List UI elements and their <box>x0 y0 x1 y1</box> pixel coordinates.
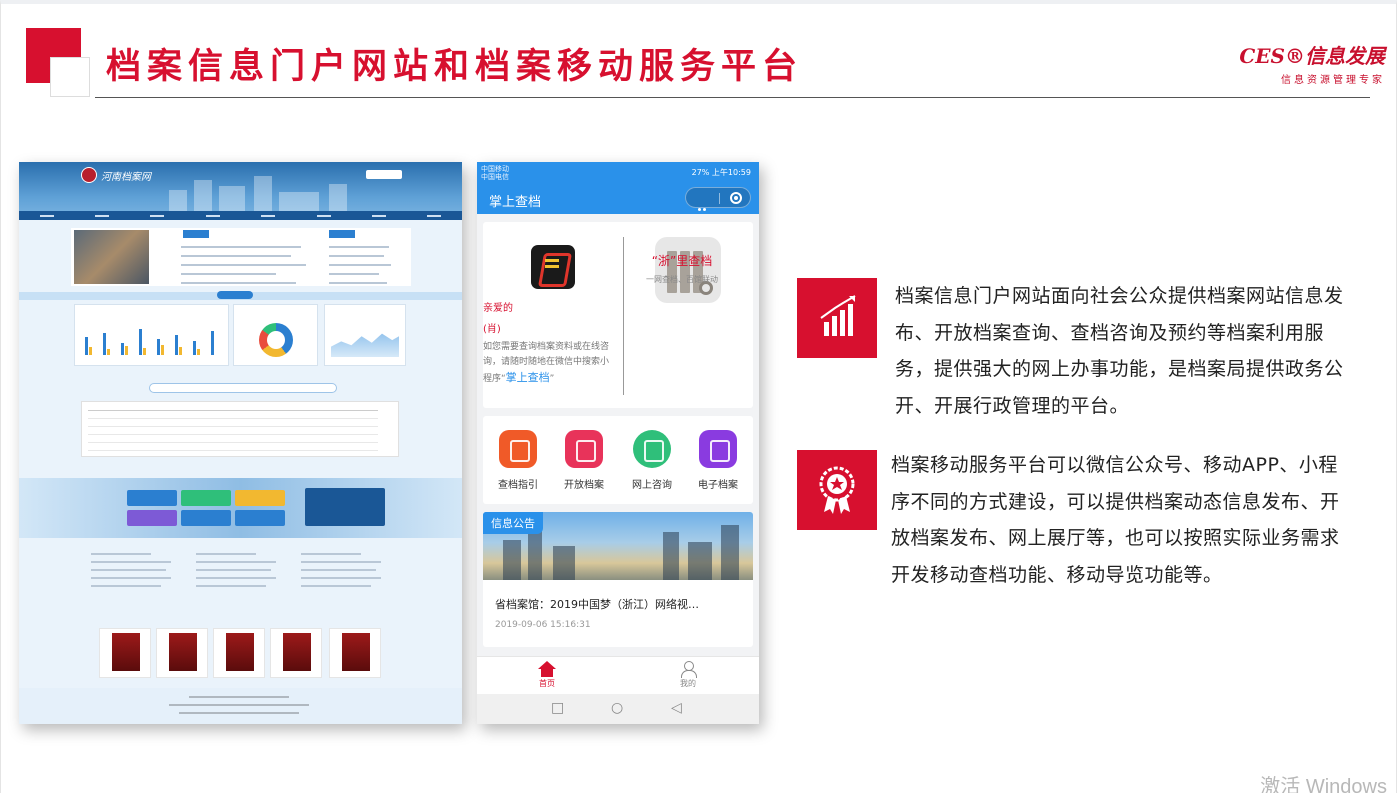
guide-icon <box>499 430 537 468</box>
user-avatar <box>531 245 575 289</box>
status-bar-left: 中国移动 中国电信 <box>481 165 509 181</box>
recent-apps-button[interactable]: □ <box>551 700 564 716</box>
service-tile[interactable] <box>127 510 177 526</box>
app-title: 掌上查档 <box>489 195 542 210</box>
website-body <box>19 220 462 724</box>
bottom-tab-bar: 首页 我的 <box>477 656 759 694</box>
chat-icon <box>633 430 671 468</box>
service-open-archive-button[interactable]: 开放档案 <box>555 430 613 491</box>
back-button[interactable]: ◁ <box>671 700 682 716</box>
user-icon <box>679 661 697 678</box>
news-card[interactable]: 信息公告 省档案馆：2019中国梦（浙江）网络视… 2019-09-06 15:… <box>483 512 753 647</box>
service-e-archive-button[interactable]: 电子档案 <box>689 430 747 491</box>
company-logo: CES®信息发展 信息资源管理专家 <box>1239 40 1385 86</box>
service-tile[interactable] <box>127 490 177 506</box>
tab-home[interactable]: 首页 <box>517 661 577 689</box>
mobile-platform-description: 档案移动服务平台可以微信公众号、移动APP、小程序不同的方式建设，可以提供档案动… <box>891 454 1340 586</box>
status-bar-right: 27% 上午10:59 <box>691 168 751 177</box>
website-service-panel <box>19 478 462 538</box>
website-search-box[interactable] <box>149 383 337 393</box>
welcome-description: 如您需要查询档案资料或在线咨询，请随时随地在微信中搜索小程序“掌上查档” <box>483 342 610 384</box>
system-nav-bar: □ ○ ◁ <box>477 694 759 724</box>
website-donut-chart <box>233 304 318 366</box>
open-archive-icon <box>565 430 603 468</box>
service-tile[interactable] <box>235 510 285 526</box>
more-icon[interactable] <box>698 196 712 230</box>
news-photo <box>74 230 149 284</box>
news-title[interactable]: 省档案馆：2019中国梦（浙江）网络视… <box>495 596 745 612</box>
website-bar-chart <box>74 304 229 366</box>
header-divider <box>95 97 1370 98</box>
stats-pill <box>217 291 253 299</box>
website-area-chart <box>324 304 406 366</box>
greeting-name: (肖) <box>483 324 501 335</box>
growth-chart-icon <box>797 278 877 358</box>
zheli-brand-title[interactable]: “浙”里查档 <box>617 252 747 269</box>
page-title: 档案信息门户网站和档案移动服务平台 <box>106 47 804 87</box>
portal-website-screenshot: 河南档案网 <box>19 162 462 724</box>
website-footer <box>19 688 462 724</box>
home-button[interactable]: ○ <box>611 700 623 716</box>
tab-me[interactable]: 我的 <box>658 661 718 689</box>
service-guide-button[interactable]: 查档指引 <box>489 430 547 491</box>
greeting-text: 亲爱的 <box>483 303 513 314</box>
service-tile[interactable] <box>235 490 285 506</box>
website-logo: 河南档案网 <box>81 167 151 183</box>
award-ribbon-icon <box>797 450 877 530</box>
website-policy-columns <box>91 553 391 608</box>
seal-icon <box>81 167 97 183</box>
service-tile[interactable] <box>181 490 231 506</box>
service-tile[interactable] <box>181 510 231 526</box>
logo-sub-text: 信息资源管理专家 <box>1281 75 1385 86</box>
home-icon <box>538 661 556 677</box>
zheli-brand-subtitle: 一网查档、百馆联动 <box>646 275 718 284</box>
phone-header: 中国移动 中国电信 27% 上午10:59 掌上查档 <box>477 162 759 230</box>
website-news-section <box>71 228 411 286</box>
miniprogram-name-link[interactable]: 掌上查档 <box>506 371 550 384</box>
mobile-app-screenshot: 中国移动 中国电信 27% 上午10:59 掌上查档 亲爱的 (肖) 如您需要查… <box>477 162 759 724</box>
portal-description: 档案信息门户网站面向社会公众提供档案网站信息发布、开放档案查询、查档咨询及预约等… <box>895 285 1344 417</box>
archive-binder-icon <box>655 237 721 303</box>
service-banner[interactable] <box>305 488 385 526</box>
news-date: 2019-09-06 15:16:31 <box>495 620 591 630</box>
news-tag: 信息公告 <box>483 512 543 534</box>
e-archive-icon <box>699 430 737 468</box>
miniprogram-capsule[interactable] <box>685 187 751 230</box>
website-nav-bar[interactable] <box>19 211 462 220</box>
close-target-icon[interactable] <box>730 192 742 204</box>
website-data-table <box>81 401 399 457</box>
header-decor-white-square <box>50 57 90 97</box>
website-name: 河南档案网 <box>101 171 151 183</box>
website-login-button[interactable] <box>366 170 402 179</box>
windows-activation-watermark: 激活 Windows <box>1260 776 1387 793</box>
logo-main-text: CES®信息发展 <box>1239 44 1385 68</box>
service-consult-button[interactable]: 网上咨询 <box>623 430 681 491</box>
service-grid: 查档指引 开放档案 网上咨询 电子档案 <box>483 416 753 504</box>
